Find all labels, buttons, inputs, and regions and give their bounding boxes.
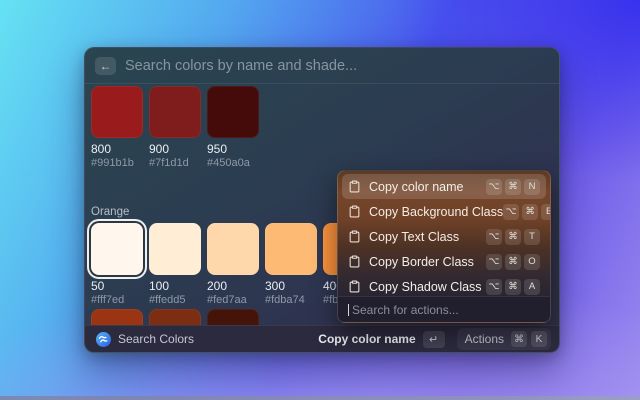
actions-button-label: Actions	[465, 332, 504, 346]
keycap: A	[524, 279, 540, 295]
actions-menu-items: Copy color name⌥⌘NCopy Background Class⌥…	[338, 171, 550, 302]
color-swatch-cell	[91, 309, 143, 325]
shortcut-keys: ⌥⌘N	[486, 179, 540, 195]
keycap: ⌥	[503, 204, 519, 220]
clipboard-icon	[348, 205, 361, 218]
hex-label: #ffedd5	[149, 294, 201, 306]
back-button[interactable]: ←	[95, 57, 116, 75]
color-swatch-cell: 950#450a0a	[207, 86, 259, 169]
enter-key-badge: ↵	[423, 331, 445, 348]
app-name: Search Colors	[118, 332, 194, 346]
menu-item-copy-background-class[interactable]: Copy Background Class⌥⌘B	[342, 199, 546, 224]
clipboard-icon	[348, 180, 361, 193]
shade-label: 100	[149, 279, 201, 293]
shade-label: 200	[207, 279, 259, 293]
shade-label: 950	[207, 142, 259, 156]
clipboard-icon	[348, 230, 361, 243]
k-key-badge: K	[531, 331, 547, 347]
hex-label: #fed7aa	[207, 294, 259, 306]
clipboard-icon	[348, 280, 361, 293]
desktop-bottom-strip	[0, 396, 640, 400]
keycap: ⌥	[486, 179, 502, 195]
actions-search-placeholder: Search for actions...	[352, 303, 459, 317]
menu-item-copy-border-class[interactable]: Copy Border Class⌥⌘O	[342, 249, 546, 274]
search-colors-window: ← Search colors by name and shade... 800…	[84, 47, 560, 353]
hex-label: #450a0a	[207, 157, 259, 169]
keycap: ⌥	[486, 254, 502, 270]
color-swatch-cell	[207, 309, 259, 325]
keycap: ⌥	[486, 229, 502, 245]
orange-swatch-row-1: 50#fff7ed100#ffedd5200#fed7aa300#fdba744…	[91, 223, 375, 306]
hex-label: #fff7ed	[91, 294, 143, 306]
red-swatch-row: 800#991b1b900#7f1d1d950#450a0a	[91, 86, 259, 169]
color-swatch-300[interactable]	[265, 223, 317, 275]
color-swatch-cell: 200#fed7aa	[207, 223, 259, 306]
orange-swatch-row-2	[91, 309, 259, 325]
shortcut-keys: ⌥⌘T	[486, 229, 540, 245]
menu-item-copy-text-class[interactable]: Copy Text Class⌥⌘T	[342, 224, 546, 249]
menu-item-copy-color-name[interactable]: Copy color name⌥⌘N	[342, 174, 546, 199]
keycap: ⌘	[522, 204, 538, 220]
shade-label: 300	[265, 279, 317, 293]
hex-label: #fdba74	[265, 294, 317, 306]
section-label-orange: Orange	[91, 206, 129, 218]
cmd-key-badge: ⌘	[511, 331, 527, 347]
color-swatch-950[interactable]	[207, 86, 259, 138]
text-caret	[348, 304, 349, 316]
actions-button[interactable]: Actions ⌘ K	[457, 328, 551, 350]
keycap: ⌥	[486, 279, 502, 295]
shade-label: 50	[91, 279, 143, 293]
keycap: ⌘	[505, 179, 521, 195]
hex-label: #7f1d1d	[149, 157, 201, 169]
shortcut-keys: ⌥⌘B	[503, 204, 551, 220]
primary-action-label[interactable]: Copy color name	[318, 332, 415, 346]
menu-item-label: Copy Background Class	[369, 205, 503, 219]
color-swatch-900[interactable]	[149, 309, 201, 325]
status-bar: Search Colors Copy color name ↵ Actions …	[85, 325, 559, 352]
menu-item-label: Copy Shadow Class	[369, 280, 486, 294]
search-colors-logo-icon	[96, 332, 111, 347]
clipboard-icon	[348, 255, 361, 268]
actions-search-field[interactable]: Search for actions...	[338, 296, 550, 322]
color-swatch-cell: 50#fff7ed	[91, 223, 143, 306]
color-swatch-100[interactable]	[149, 223, 201, 275]
shortcut-keys: ⌥⌘A	[486, 279, 540, 295]
keycap: ⌘	[505, 254, 521, 270]
keycap: B	[541, 204, 551, 220]
menu-item-label: Copy Text Class	[369, 230, 486, 244]
color-swatch-800[interactable]	[91, 309, 143, 325]
hex-label: #991b1b	[91, 157, 143, 169]
keycap: ⌘	[505, 229, 521, 245]
shortcut-keys: ⌥⌘O	[486, 254, 540, 270]
keycap: N	[524, 179, 540, 195]
keycap: O	[524, 254, 540, 270]
keycap: ⌘	[505, 279, 521, 295]
color-swatch-cell: 100#ffedd5	[149, 223, 201, 306]
search-bar: ← Search colors by name and shade...	[85, 48, 559, 84]
color-swatch-cell: 900#7f1d1d	[149, 86, 201, 169]
menu-item-label: Copy Border Class	[369, 255, 486, 269]
arrow-left-icon: ←	[100, 60, 112, 72]
color-swatch-50[interactable]	[91, 223, 143, 275]
keycap: T	[524, 229, 540, 245]
color-swatch-900[interactable]	[149, 86, 201, 138]
color-swatch-200[interactable]	[207, 223, 259, 275]
color-swatch-cell	[149, 309, 201, 325]
shade-label: 900	[149, 142, 201, 156]
color-swatch-950[interactable]	[207, 309, 259, 325]
actions-menu: Copy color name⌥⌘NCopy Background Class⌥…	[337, 170, 551, 323]
shade-label: 800	[91, 142, 143, 156]
color-swatch-800[interactable]	[91, 86, 143, 138]
color-swatch-cell: 800#991b1b	[91, 86, 143, 169]
color-swatch-cell: 300#fdba74	[265, 223, 317, 306]
search-input[interactable]: Search colors by name and shade...	[125, 58, 357, 74]
menu-item-label: Copy color name	[369, 180, 486, 194]
